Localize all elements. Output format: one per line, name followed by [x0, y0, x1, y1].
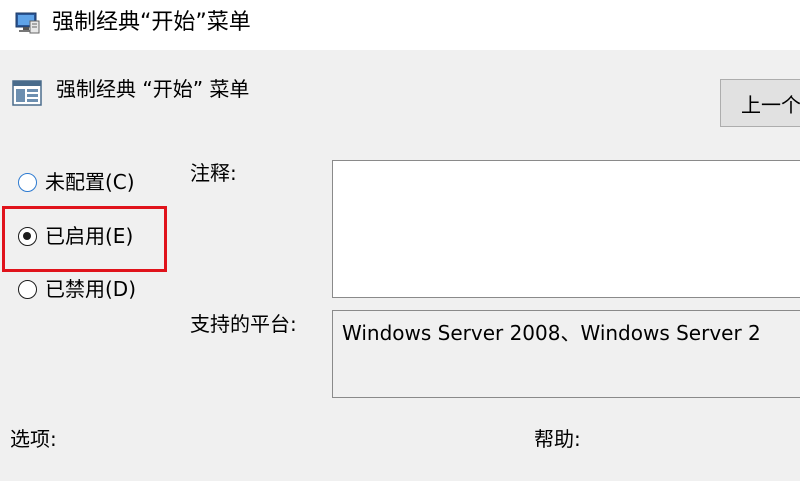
supported-on-field: Windows Server 2008、Windows Server 2 — [332, 310, 800, 398]
window-title: 强制经典“开始”菜单 — [52, 10, 251, 35]
policy-setting-icon — [12, 80, 42, 106]
comment-textarea[interactable] — [332, 160, 800, 298]
window-titlebar: 强制经典“开始”菜单 — [0, 0, 800, 50]
radio-not-configured[interactable]: 未配置(C) — [18, 167, 135, 197]
radio-button-icon[interactable] — [18, 279, 37, 299]
radio-label: 已禁用(D) — [45, 277, 137, 301]
supported-on-label: 支持的平台: — [190, 312, 297, 336]
radio-label: 未配置(C) — [45, 170, 135, 194]
comment-label: 注释: — [190, 161, 237, 185]
policy-title: 强制经典 “开始” 菜单 — [56, 77, 250, 101]
radio-disabled[interactable]: 已禁用(D) — [18, 274, 136, 304]
help-label: 帮助: — [534, 427, 581, 451]
highlight-annotation-box — [2, 206, 167, 272]
options-label: 选项: — [10, 427, 57, 451]
previous-setting-button[interactable]: 上一个 — [720, 79, 800, 127]
policy-computer-icon — [14, 12, 40, 34]
radio-button-icon[interactable] — [18, 172, 37, 192]
